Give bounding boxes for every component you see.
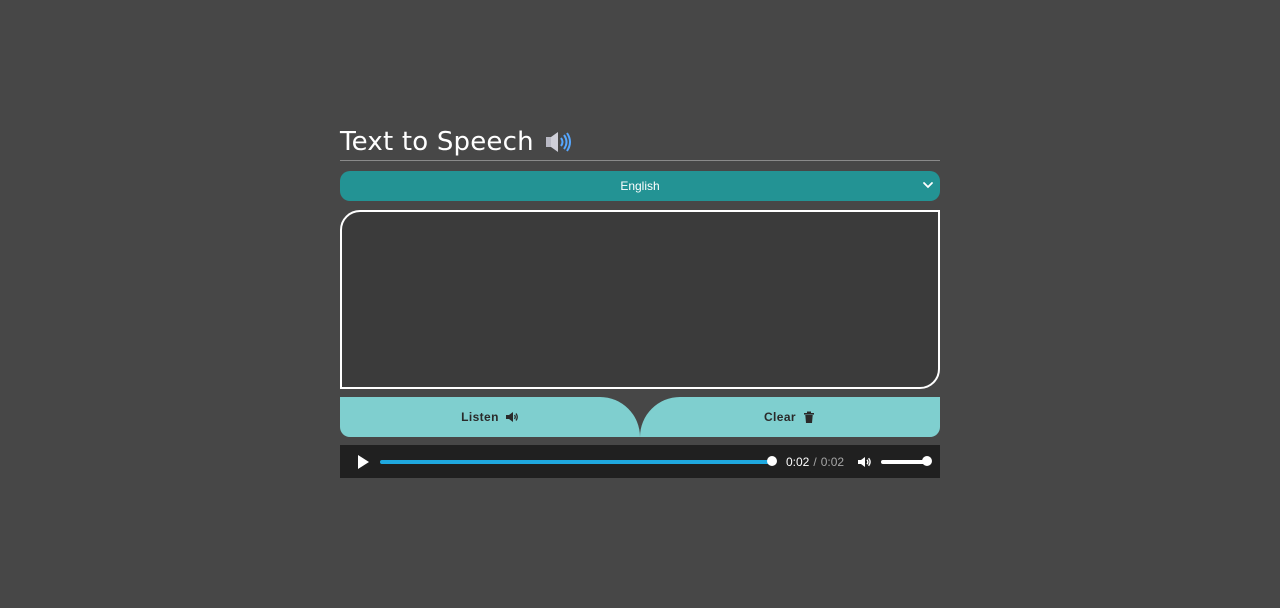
page-header: Text to Speech bbox=[340, 124, 940, 161]
speaker-loud-icon bbox=[544, 130, 574, 154]
audio-time: 0:02 / 0:02 bbox=[786, 455, 844, 469]
play-icon[interactable] bbox=[354, 453, 372, 471]
volume-fill bbox=[881, 459, 928, 464]
audio-progress-bar[interactable] bbox=[380, 455, 777, 466]
listen-button-label: Listen bbox=[461, 410, 499, 424]
volume-knob[interactable] bbox=[922, 455, 933, 466]
trash-icon bbox=[802, 410, 816, 424]
duration: 0:02 bbox=[820, 454, 845, 469]
language-select-value: English bbox=[620, 179, 660, 193]
volume-icon[interactable] bbox=[857, 454, 873, 470]
chevron-down-icon bbox=[922, 178, 934, 192]
page-title: Text to Speech bbox=[340, 127, 534, 157]
clear-button-label: Clear bbox=[763, 410, 797, 424]
audio-player: 0:02 / 0:02 bbox=[340, 445, 940, 478]
volume-slider[interactable] bbox=[881, 455, 933, 466]
time-separator: / bbox=[813, 454, 817, 469]
audio-progress-knob[interactable] bbox=[767, 455, 777, 466]
speaker-icon bbox=[505, 410, 519, 424]
current-time: 0:02 bbox=[786, 454, 810, 469]
tts-container: Text to Speech English Listen Clear 0:02… bbox=[340, 124, 940, 478]
listen-button[interactable]: Listen bbox=[340, 397, 640, 437]
audio-progress-fill bbox=[380, 459, 772, 464]
language-select[interactable]: English bbox=[340, 171, 940, 201]
text-input-area[interactable] bbox=[340, 210, 940, 389]
clear-button[interactable]: Clear bbox=[640, 397, 940, 437]
action-buttons: Listen Clear bbox=[340, 397, 940, 437]
